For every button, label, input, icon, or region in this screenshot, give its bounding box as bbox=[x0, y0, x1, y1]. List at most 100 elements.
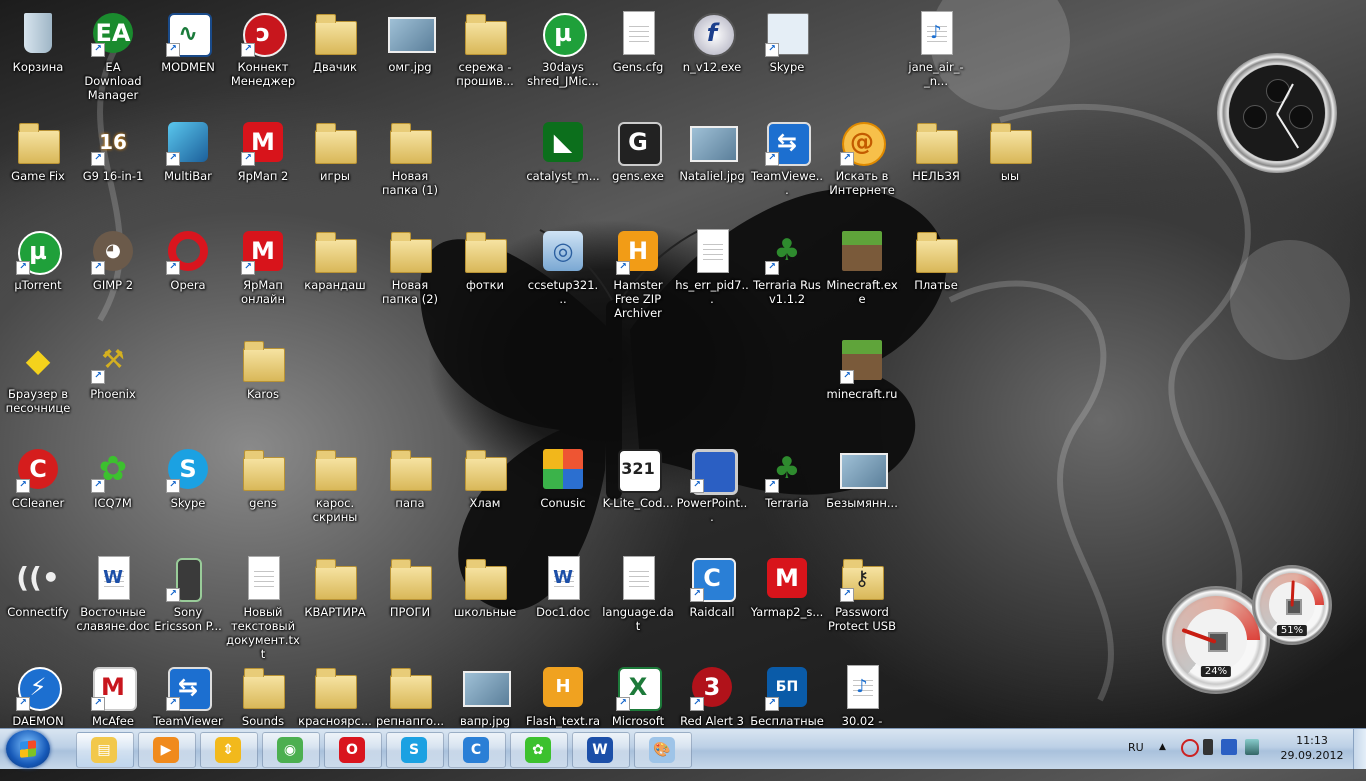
desktop-icon-g9-16in1[interactable]: 16 ↗ G9 16-in-1 bbox=[75, 113, 151, 219]
desktop-icon-search-internet[interactable]: @ ↗ Искать в Интернете bbox=[824, 113, 900, 219]
desktop-icon-yarmap-online[interactable]: M ↗ ЯрМап онлайн bbox=[225, 222, 301, 328]
desktop-icon-serezha[interactable]: сережа - прошив... bbox=[447, 4, 523, 110]
start-button[interactable] bbox=[6, 730, 50, 768]
desktop-icon-label: Red Alert 3 bbox=[680, 714, 744, 728]
desktop-icon-label: вапр.jpg bbox=[459, 714, 511, 728]
desktop-icon-dvachik[interactable]: Двачик bbox=[297, 4, 373, 110]
desktop-icon-modmen[interactable]: ∿ ↗ MODMEN bbox=[150, 4, 226, 110]
desktop-icon-kvartira[interactable]: КВАРТИРА bbox=[297, 549, 373, 655]
clock-area[interactable]: 11:13 29.09.2012 bbox=[1270, 729, 1354, 769]
taskbar-app-skype[interactable]: S bbox=[386, 732, 444, 768]
desktop-icon-new-text-doc[interactable]: Новый текстовый документ.txt bbox=[225, 549, 301, 661]
desktop-icon-terraria[interactable]: ♣ ↗ Terraria bbox=[749, 440, 825, 546]
desktop-icon-new-folder-2[interactable]: Новая папка (2) bbox=[372, 222, 448, 328]
desktop-icon-klite[interactable]: 321 K-Lite_Cod... bbox=[600, 440, 676, 546]
desktop-icon-hs-err[interactable]: hs_err_pid7... bbox=[674, 222, 750, 328]
taskbar-app-media-player[interactable]: ▶ bbox=[138, 732, 196, 768]
desktop-icon-karos-skriny[interactable]: карос. скрины bbox=[297, 440, 373, 546]
desktop-icon-label: Raidcall bbox=[689, 605, 735, 619]
language-indicator[interactable]: RU bbox=[1128, 741, 1144, 781]
desktop-icon-papa[interactable]: папа bbox=[372, 440, 448, 546]
grass-icon bbox=[838, 227, 886, 275]
desktop-icon-teamviewer-top[interactable]: ⇆ ↗ TeamViewe... bbox=[749, 113, 825, 219]
desktop-icon-connectify[interactable]: ((• Connectify bbox=[0, 549, 76, 655]
desktop-icon-hlam[interactable]: Хлам bbox=[447, 440, 523, 546]
desktop-icon-yy[interactable]: ыы bbox=[972, 113, 1048, 219]
taskbar-app-raidcall[interactable]: C bbox=[448, 732, 506, 768]
desktop-icon-karandash[interactable]: карандаш bbox=[297, 222, 373, 328]
taskbar-app-opera[interactable]: O bbox=[324, 732, 382, 768]
desktop-icon-fotki[interactable]: фотки bbox=[447, 222, 523, 328]
desktop-icon-ccleaner[interactable]: C ↗ CCleaner bbox=[0, 440, 76, 546]
shortcut-arrow-icon: ↗ bbox=[91, 152, 105, 166]
desktop-icon-karos[interactable]: Karos bbox=[225, 331, 301, 437]
desktop-icon-minecraft-ru[interactable]: ↗ minecraft.ru bbox=[824, 331, 900, 437]
desktop-icon-gens-exe[interactable]: Ggens.exe bbox=[600, 113, 676, 219]
phone-icon: ↗ bbox=[164, 554, 212, 602]
desktop-icon-igry[interactable]: игры bbox=[297, 113, 373, 219]
desktop-icon-recycle-bin[interactable]: Корзина bbox=[0, 4, 76, 110]
desktop-icon-ea-download-manager[interactable]: EA ↗ EA Download Manager bbox=[75, 4, 151, 110]
desktop-icon-minecraft-exe[interactable]: Minecraft.exe bbox=[824, 222, 900, 328]
desktop-icon-multibar[interactable]: ↗ MultiBar bbox=[150, 113, 226, 219]
clock-gadget[interactable] bbox=[1217, 53, 1337, 173]
desktop-icon-gimp2[interactable]: ◕ ↗ GIMP 2 bbox=[75, 222, 151, 328]
desktop-icon-opera[interactable]: ↗ Opera bbox=[150, 222, 226, 328]
desktop-icon-gens-folder[interactable]: gens bbox=[225, 440, 301, 546]
taskbar-app-paint[interactable]: 🎨 bbox=[634, 732, 692, 768]
taskbar-app-ubar[interactable]: ⇕ bbox=[200, 732, 258, 768]
computer-icon: ↗ bbox=[688, 445, 738, 495]
taskbar-app-word[interactable]: W bbox=[572, 732, 630, 768]
show-desktop-button[interactable] bbox=[1353, 729, 1366, 769]
desktop-icon-utorrent[interactable]: µ ↗ µTorrent bbox=[0, 222, 76, 328]
desktop-icon-progi[interactable]: ПРОГИ bbox=[372, 549, 448, 655]
desktop-icon-ccsetup[interactable]: ◎ ccsetup321... bbox=[525, 222, 601, 328]
taskbar-app-chrome[interactable]: ◉ bbox=[262, 732, 320, 768]
desktop-icon-jane-air[interactable]: ♪ jane_air_-_n... bbox=[898, 4, 974, 110]
desktop-icon-omg-jpg[interactable]: омг.jpg bbox=[372, 4, 448, 110]
desktop-icon-platye[interactable]: Платье bbox=[898, 222, 974, 328]
desktop-icon-password-protect[interactable]: ⚷ ↗ Password Protect USB bbox=[824, 549, 900, 655]
desktop-icon-shkolnye[interactable]: школьные bbox=[447, 549, 523, 655]
desktop-icon-skype-top[interactable]: ↗ Skype bbox=[749, 4, 825, 110]
desktop-icon-sony-ericsson[interactable]: ↗ Sony Ericsson P... bbox=[150, 549, 226, 655]
desktop-icon-new-folder-1[interactable]: Новая папка (1) bbox=[372, 113, 448, 219]
desktop-icon-language-dat[interactable]: language.dat bbox=[600, 549, 676, 655]
desktop-icon-gens-cfg[interactable]: Gens.cfg bbox=[600, 4, 676, 110]
desktop-icon-vostochnye[interactable]: W Восточные славяне.doc bbox=[75, 549, 151, 655]
desktop-icon-30days[interactable]: µ 30days shred_JMic... bbox=[525, 4, 601, 110]
desktop-icon-catalyst[interactable]: ◣ catalyst_m... bbox=[525, 113, 601, 219]
desktop-icon-phoenix[interactable]: ⚒ ↗ Phoenix bbox=[75, 331, 151, 437]
display-switch-icon[interactable] bbox=[1221, 739, 1237, 755]
taskbar-app-explorer[interactable]: ▤ bbox=[76, 732, 134, 768]
teamviewer-icon: ⇆ ↗ bbox=[164, 663, 212, 711]
desktop-icon-skype[interactable]: S ↗ Skype bbox=[150, 440, 226, 546]
desktop-icon-game-fix[interactable]: Game Fix bbox=[0, 113, 76, 219]
shortcut-arrow-icon: ↗ bbox=[690, 588, 704, 602]
desktop-icon-n-v12[interactable]: f n_v12.exe bbox=[674, 4, 750, 110]
taskbar-app-icq[interactable]: ✿ bbox=[510, 732, 568, 768]
desktop-icon-doc1[interactable]: W Doc1.doc bbox=[525, 549, 601, 655]
memory-meter-gadget[interactable]: 51% bbox=[1252, 565, 1332, 645]
desktop-icon-sandbox-browser[interactable]: ◆ Браузер в песочнице bbox=[0, 331, 76, 437]
desktop-icon-icq7m[interactable]: ✿ ↗ ICQ7M bbox=[75, 440, 151, 546]
desktop-icon-terraria-rus[interactable]: ♣ ↗ Terraria Rus v1.1.2 bbox=[749, 222, 825, 328]
desktop-icon-konnekt-menedzher[interactable]: ↄ ↗ Коннект Менеджер bbox=[225, 4, 301, 110]
desktop-icon-hamster[interactable]: H ↗ Hamster Free ZIP Archiver bbox=[600, 222, 676, 328]
battery-icon[interactable] bbox=[1245, 739, 1259, 755]
show-hidden-icons-icon[interactable]: ▲ bbox=[1159, 742, 1166, 752]
desktop-icon-raidcall[interactable]: C ↗ Raidcall bbox=[674, 549, 750, 655]
desktop-icon-powerpoint[interactable]: ↗ PowerPoint... bbox=[674, 440, 750, 546]
desktop-icon-untitled[interactable]: Безымянн... bbox=[824, 440, 900, 546]
desktop[interactable]: Корзина EA ↗ EA Download Manager ∿ ↗ MODMEN ↄ ↗ К… bbox=[0, 0, 1366, 742]
desktop-icon-conusic[interactable]: Conusic bbox=[525, 440, 601, 546]
desktop-icon-nataliel[interactable]: Nataliel.jpg bbox=[674, 113, 750, 219]
desktop-icon-label: hs_err_pid7... bbox=[675, 278, 749, 306]
safely-remove-icon[interactable] bbox=[1203, 739, 1213, 755]
desktop-icon-yarmap2[interactable]: M ↗ ЯрМап 2 bbox=[225, 113, 301, 219]
desktop-icon-label: 30days shred_JMic... bbox=[527, 60, 599, 88]
desktop-icon-label: Skype bbox=[769, 60, 805, 74]
desktop-icon-nelzya[interactable]: НЕЛЬЗЯ bbox=[898, 113, 974, 219]
desktop-icon-yarmap2-s[interactable]: M Yarmap2_s... bbox=[749, 549, 825, 655]
network-icon[interactable] bbox=[1181, 739, 1199, 757]
